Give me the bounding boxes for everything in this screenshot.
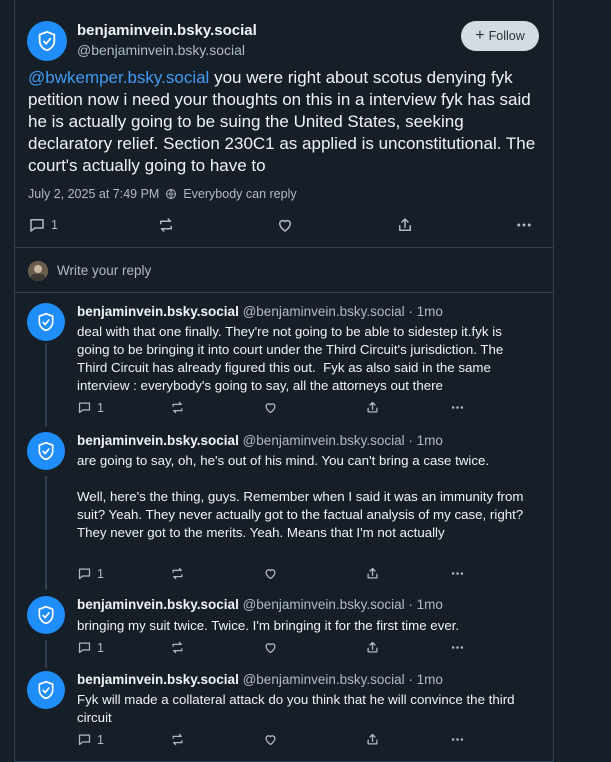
follow-label: Follow	[488, 29, 525, 43]
avatar[interactable]	[27, 671, 65, 709]
share-button[interactable]	[365, 400, 380, 415]
repost-icon	[172, 641, 183, 654]
reply-count: 1	[51, 218, 58, 232]
reply-button[interactable]: 1	[77, 400, 104, 415]
more-options-button[interactable]	[450, 732, 465, 747]
reply-author-name[interactable]: benjaminvein.bsky.social	[77, 304, 239, 319]
reply-header: benjaminvein.bsky.social @benjaminvein.b…	[77, 433, 443, 448]
post-timestamp[interactable]: July 2, 2025 at 7:49 PM	[28, 187, 159, 201]
repost-icon	[172, 567, 183, 580]
reply-text: Fyk will made a collateral attack do you…	[77, 692, 519, 725]
reply-count: 1	[97, 640, 104, 655]
reply-author-handle[interactable]: @benjaminvein.bsky.social · 1mo	[243, 597, 443, 612]
thread-connector	[45, 640, 47, 668]
reply-author-handle[interactable]: @benjaminvein.bsky.social · 1mo	[243, 433, 443, 448]
reply-header: benjaminvein.bsky.social @benjaminvein.b…	[77, 597, 443, 612]
like-button[interactable]	[263, 640, 278, 655]
share-icon	[399, 218, 411, 231]
reply-button[interactable]: 1	[77, 640, 104, 655]
post-meta: July 2, 2025 at 7:49 PM Everybody can re…	[28, 187, 297, 201]
like-button[interactable]	[263, 400, 278, 415]
reply-visibility: Everybody can reply	[183, 187, 297, 201]
shield-logo-icon	[38, 605, 54, 625]
share-icon	[367, 733, 378, 745]
comment-icon	[78, 568, 91, 580]
repost-icon	[172, 733, 183, 746]
reply-button[interactable]: 1	[77, 566, 104, 581]
share-icon	[367, 567, 378, 579]
thread-connector	[45, 476, 47, 590]
ellipsis-icon	[451, 406, 464, 409]
shield-logo-icon	[38, 441, 54, 461]
reply-author-name[interactable]: benjaminvein.bsky.social	[77, 597, 239, 612]
reply-author-handle[interactable]: @benjaminvein.bsky.social · 1mo	[243, 672, 443, 687]
shield-logo-icon	[38, 312, 54, 332]
reply-button[interactable]: 1	[28, 216, 58, 234]
reply-author-handle[interactable]: @benjaminvein.bsky.social · 1mo	[243, 304, 443, 319]
comment-icon	[78, 402, 91, 414]
like-button[interactable]	[263, 732, 278, 747]
ellipsis-icon	[517, 223, 531, 227]
repost-button[interactable]	[157, 216, 175, 234]
more-options-button[interactable]	[450, 640, 465, 655]
reply-count: 1	[97, 732, 104, 747]
reply-text: bringing my suit twice. Twice. I'm bring…	[77, 618, 460, 633]
reply-header: benjaminvein.bsky.social @benjaminvein.b…	[77, 304, 443, 319]
reply-count: 1	[97, 566, 104, 581]
repost-button[interactable]	[170, 732, 185, 747]
heart-icon	[265, 643, 276, 654]
share-icon	[367, 401, 378, 413]
repost-icon	[172, 401, 183, 414]
like-button[interactable]	[276, 216, 294, 234]
heart-icon	[265, 735, 276, 746]
ellipsis-icon	[451, 738, 464, 741]
share-button[interactable]	[365, 640, 380, 655]
comment-icon	[30, 219, 44, 232]
heart-icon	[279, 219, 291, 232]
repost-button[interactable]	[170, 566, 185, 581]
reply-count: 1	[97, 400, 104, 415]
avatar[interactable]	[27, 21, 67, 61]
avatar[interactable]	[27, 432, 65, 470]
reply-author-name[interactable]: benjaminvein.bsky.social	[77, 433, 239, 448]
more-options-button[interactable]	[450, 566, 465, 581]
reply-text: deal with that one finally. They're not …	[77, 324, 507, 393]
thread-connector	[45, 343, 47, 426]
repost-button[interactable]	[170, 400, 185, 415]
reply-header: benjaminvein.bsky.social @benjaminvein.b…	[77, 672, 443, 687]
shield-logo-icon	[38, 680, 54, 700]
mention-link[interactable]: @bwkemper.bsky.social	[28, 68, 209, 87]
more-options-button[interactable]	[515, 216, 533, 234]
globe-icon	[166, 189, 177, 199]
repost-button[interactable]	[170, 640, 185, 655]
author-handle[interactable]: @benjaminvein.bsky.social	[77, 42, 245, 58]
reply-author-name[interactable]: benjaminvein.bsky.social	[77, 672, 239, 687]
follow-button[interactable]: + Follow	[461, 21, 539, 51]
heart-icon	[265, 569, 276, 580]
post-body: @bwkemper.bsky.social you were right abo…	[28, 67, 538, 177]
share-icon	[367, 641, 378, 653]
heart-icon	[265, 403, 276, 414]
comment-icon	[78, 734, 91, 746]
more-options-button[interactable]	[450, 400, 465, 415]
plus-icon: +	[475, 27, 485, 44]
share-button[interactable]	[396, 216, 414, 234]
avatar[interactable]	[27, 596, 65, 634]
current-user-avatar	[28, 261, 48, 281]
share-button[interactable]	[365, 566, 380, 581]
reply-text: are going to say, oh, he's out of his mi…	[77, 453, 524, 540]
reply-button[interactable]: 1	[77, 732, 104, 747]
share-button[interactable]	[365, 732, 380, 747]
repost-icon	[160, 218, 172, 232]
ellipsis-icon	[451, 646, 464, 649]
avatar[interactable]	[27, 303, 65, 341]
comment-icon	[78, 642, 91, 654]
like-button[interactable]	[263, 566, 278, 581]
ellipsis-icon	[451, 572, 464, 575]
user-photo-icon	[28, 261, 48, 281]
shield-logo-icon	[38, 30, 56, 52]
write-reply-input[interactable]: Write your reply	[57, 263, 151, 278]
author-display-name[interactable]: benjaminvein.bsky.social	[77, 22, 257, 39]
